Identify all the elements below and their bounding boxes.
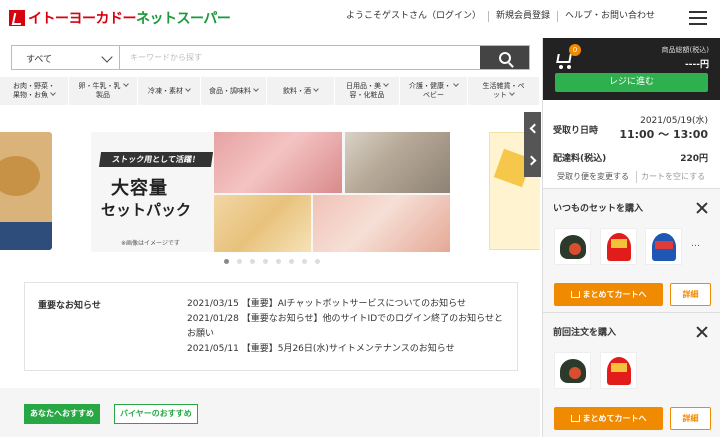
carousel-dot[interactable] bbox=[224, 259, 229, 264]
product-thumb-onigiri[interactable] bbox=[554, 228, 591, 265]
chevron-right-icon bbox=[526, 155, 536, 166]
page: イトーヨーカドー ネットスーパー ようこそゲストさん（ログイン） 新規会員登録 … bbox=[0, 0, 720, 437]
category-item-meat[interactable]: お肉・野菜・ 果物・お魚 bbox=[0, 77, 69, 105]
notice-item[interactable]: 2021/05/11 【重要】5月26日(水)サイトメンテナンスのお知らせ bbox=[187, 342, 509, 357]
notice-item[interactable]: 2021/01/28 【重要なお知らせ】他のサイトIDでのログイン終了のお知らせ… bbox=[187, 312, 509, 342]
carousel-next-button[interactable] bbox=[524, 144, 541, 177]
important-notice: 重要なお知らせ 2021/03/15 【重要】AIチャットボットサービスについて… bbox=[24, 282, 518, 371]
notice-list: 2021/03/15 【重要】AIチャットボットサービスについてのお知らせ 20… bbox=[187, 297, 509, 357]
search-category-value: すべて bbox=[26, 55, 53, 65]
tab-for-you[interactable]: あなたへおすすめ bbox=[24, 404, 100, 424]
carousel-dot[interactable] bbox=[263, 259, 268, 264]
banner-headline: 大容量 bbox=[111, 178, 168, 199]
chevron-down-icon bbox=[101, 51, 113, 63]
close-icon[interactable] bbox=[696, 202, 708, 214]
search-bar: すべて キーワードから探す bbox=[11, 45, 530, 70]
total-value: ----円 bbox=[685, 60, 709, 70]
add-set-to-cart-button[interactable]: まとめてカートへ bbox=[554, 283, 663, 306]
pickup-time: 11:00 〜 13:00 bbox=[619, 128, 708, 141]
site-logo[interactable]: イトーヨーカドー ネットスーパー bbox=[9, 8, 231, 28]
category-item-dairy[interactable]: 卵・牛乳・乳 製品 bbox=[69, 77, 138, 105]
product-thumb-noodle-blue[interactable] bbox=[645, 228, 682, 265]
previous-detail-button[interactable]: 詳細 bbox=[670, 407, 711, 430]
previous-order-title: 前回注文を購入 bbox=[553, 328, 617, 338]
category-item-drinks[interactable]: 飲料・酒 bbox=[267, 77, 335, 105]
login-link[interactable]: ようこそゲストさん（ログイン） bbox=[339, 11, 488, 22]
checkout-button[interactable]: レジに進む bbox=[555, 73, 708, 92]
logo-icon bbox=[9, 10, 25, 26]
carousel-dot[interactable] bbox=[276, 259, 281, 264]
logo-text-store: イトーヨーカドー bbox=[28, 11, 137, 27]
banner-stock-label: ストック用として活躍！ bbox=[98, 152, 214, 167]
banner-carousel: ストック用として活躍！ 大容量 セットパック ※画像はイメージです bbox=[0, 115, 540, 263]
category-item-frozen[interactable]: 冷凍・素材 bbox=[138, 77, 201, 105]
search-button[interactable] bbox=[480, 46, 529, 69]
change-pickup-link[interactable]: 受取り便を変更する bbox=[557, 171, 629, 182]
pickup-label: 受取り日時 bbox=[553, 126, 599, 136]
search-input[interactable]: キーワードから探す bbox=[130, 52, 202, 63]
banner-photo-pork bbox=[214, 132, 342, 193]
notice-item[interactable]: 2021/03/15 【重要】AIチャットボットサービスについてのお知らせ bbox=[187, 297, 509, 312]
delivery-fee-value: 220円 bbox=[680, 154, 708, 164]
add-previous-to-cart-button[interactable]: まとめてカートへ bbox=[554, 407, 663, 430]
previous-order-section: 前回注文を購入 まとめてカートへ 詳細 bbox=[543, 312, 720, 437]
hamburger-menu-icon[interactable] bbox=[689, 11, 707, 25]
cart-summary: 0 商品総額(税込) ----円 レジに進む bbox=[543, 38, 720, 100]
empty-cart-link[interactable]: カートを空にする bbox=[641, 171, 705, 182]
category-nav: お肉・野菜・ 果物・お魚 卵・牛乳・乳 製品 冷凍・素材 食品・調味料 飲料・酒 日… bbox=[0, 77, 540, 105]
set-detail-button[interactable]: 詳細 bbox=[670, 283, 711, 306]
category-item-daily[interactable]: 日用品・美 容・化粧品 bbox=[335, 77, 400, 105]
delivery-fee-label: 配達料(税込) bbox=[553, 154, 607, 164]
category-item-care[interactable]: 介護・健康・ ベビー bbox=[400, 77, 468, 105]
banner-slide-prev[interactable] bbox=[0, 132, 52, 250]
cart-icon bbox=[570, 291, 580, 298]
carousel-dots bbox=[224, 259, 328, 264]
banner-photo-chicken bbox=[214, 195, 311, 252]
site-header: イトーヨーカドー ネットスーパー ようこそゲストさん（ログイン） 新規会員登録 … bbox=[0, 0, 720, 38]
carousel-dot[interactable] bbox=[250, 259, 255, 264]
notice-title: 重要なお知らせ bbox=[38, 301, 101, 311]
cart-panel: 0 商品総額(税込) ----円 レジに進む 受取り日時 2021/05/19(… bbox=[542, 38, 720, 437]
banner-photo-chicken-raw bbox=[313, 195, 450, 252]
logo-text-netsuper: ネットスーパー bbox=[136, 11, 231, 27]
header-links: ようこそゲストさん（ログイン） 新規会員登録 ヘルプ・お問い合わせ bbox=[339, 11, 662, 22]
banner-note: ※画像はイメージです bbox=[121, 240, 180, 247]
banner-photo-fish bbox=[345, 132, 450, 193]
cart-icon bbox=[570, 415, 580, 422]
category-item-food[interactable]: 食品・調味料 bbox=[201, 77, 267, 105]
cart-count-badge: 0 bbox=[569, 44, 581, 56]
carousel-dot[interactable] bbox=[315, 259, 320, 264]
search-category-select[interactable]: すべて bbox=[12, 46, 120, 69]
product-thumb-noodle-red[interactable] bbox=[600, 352, 637, 389]
more-items-indicator: … bbox=[691, 239, 700, 249]
carousel-dot[interactable] bbox=[237, 259, 242, 264]
carousel-prev-button[interactable] bbox=[524, 112, 541, 145]
pickup-date: 2021/05/19(水) bbox=[640, 116, 708, 126]
usual-set-title: いつものセットを購入 bbox=[553, 204, 644, 214]
tab-buyer-recommend[interactable]: バイヤーのおすすめ bbox=[114, 404, 198, 424]
chevron-left-icon bbox=[529, 123, 539, 134]
carousel-dot[interactable] bbox=[302, 259, 307, 264]
carousel-dot[interactable] bbox=[289, 259, 294, 264]
search-icon bbox=[498, 51, 511, 64]
register-link[interactable]: 新規会員登録 bbox=[487, 11, 557, 22]
total-label: 商品総額(税込) bbox=[661, 46, 709, 54]
product-thumb-onigiri[interactable] bbox=[554, 352, 591, 389]
banner-slide-current[interactable]: ストック用として活躍！ 大容量 セットパック ※画像はイメージです bbox=[91, 132, 450, 252]
banner-subheadline: セットパック bbox=[101, 201, 192, 219]
category-item-goods[interactable]: 生活雑貨・ペ ット bbox=[468, 77, 540, 105]
product-thumb-noodle-red[interactable] bbox=[600, 228, 637, 265]
close-icon[interactable] bbox=[696, 326, 708, 338]
usual-set-section: いつものセットを購入 … まとめてカートへ 詳細 bbox=[543, 188, 720, 312]
help-link[interactable]: ヘルプ・お問い合わせ bbox=[556, 11, 662, 22]
